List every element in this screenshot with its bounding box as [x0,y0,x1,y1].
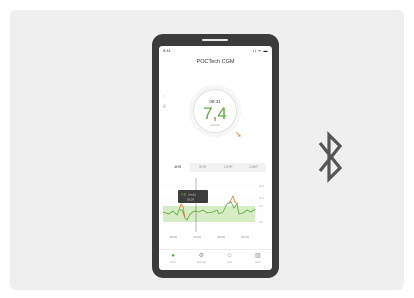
phone-speaker [202,39,228,41]
bottom-nav: ● Home ⚙ Settings ☺ User ▥ Data [159,249,272,270]
phone-screen: 9:41 .ıl ᯤ ▬ POCTech CGM ◌ ∂ 09:41 7,4 m… [159,46,272,270]
tab-4hr[interactable]: 4HR [165,163,191,172]
nav-item-settings[interactable]: ⚙ Settings [187,250,215,270]
x-tick-label: 04:00 [217,235,225,239]
phone-frame: 9:41 .ıl ᯤ ▬ POCTech CGM ◌ ∂ 09:41 7,4 m… [152,34,279,278]
app-title: POCTech CGM [196,59,235,65]
y-tick-label: 10.0 [259,197,264,200]
status-icons: .ıl ᯤ ▬ [251,48,268,53]
nav-item-home[interactable]: ● Home [159,250,187,270]
nav-label: Settings [196,261,206,264]
tooltip-value: 7,6 [181,193,186,197]
tooltip-time: 03:24 [187,198,194,202]
nav-item-user[interactable]: ☺ User [216,250,244,270]
tab-12hr[interactable]: 12HR [216,163,241,172]
glucose-chart: 18.0 10.0 7.0 3.9 7,6 mmol/L 03:24 18:00 20:… [162,178,264,239]
bar-chart-icon: ▥ [255,253,261,259]
glucose-dial: 09:41 7,4 mmol/L ➘ [189,85,242,139]
glucose-line-high-2 [228,194,239,205]
x-tick-label: 18:00 [169,235,177,239]
tab-24hr[interactable]: 24HR [241,163,266,172]
glucose-unit: mmol/L [210,123,220,127]
nav-item-data[interactable]: ▥ Data [244,250,272,270]
drop-icon: ● [171,253,175,259]
y-tick-label: 3.9 [259,221,263,224]
user-icon: ☺ [226,253,233,259]
gear-icon: ⚙ [198,253,205,259]
glucose-value: 7,4 [203,104,227,123]
y-tick-label: 7.0 [259,205,263,208]
tooltip-unit: mmol/L [188,194,197,197]
time-range-tabs: 4HR 8HR 12HR 24HR [165,163,266,172]
nav-label: User [226,261,233,264]
target-range-band [163,206,255,222]
vibrate-icon[interactable]: ◌ [163,94,166,100]
nav-label: Data [255,261,261,264]
x-tick-label: 06:00 [241,235,249,239]
arrow-down-right-icon: ➘ [235,130,242,139]
x-tick-label: 20:00 [193,235,201,239]
link-icon[interactable]: ∂ [163,104,165,110]
status-time: 9:41 [163,48,171,53]
bluetooth-icon [318,131,343,183]
y-tick-label: 18.0 [259,185,264,188]
tab-8hr[interactable]: 8HR [190,163,215,172]
nav-label: Home [169,261,177,264]
glucose-dial-inner: 09:41 7,4 mmol/L [193,89,237,133]
